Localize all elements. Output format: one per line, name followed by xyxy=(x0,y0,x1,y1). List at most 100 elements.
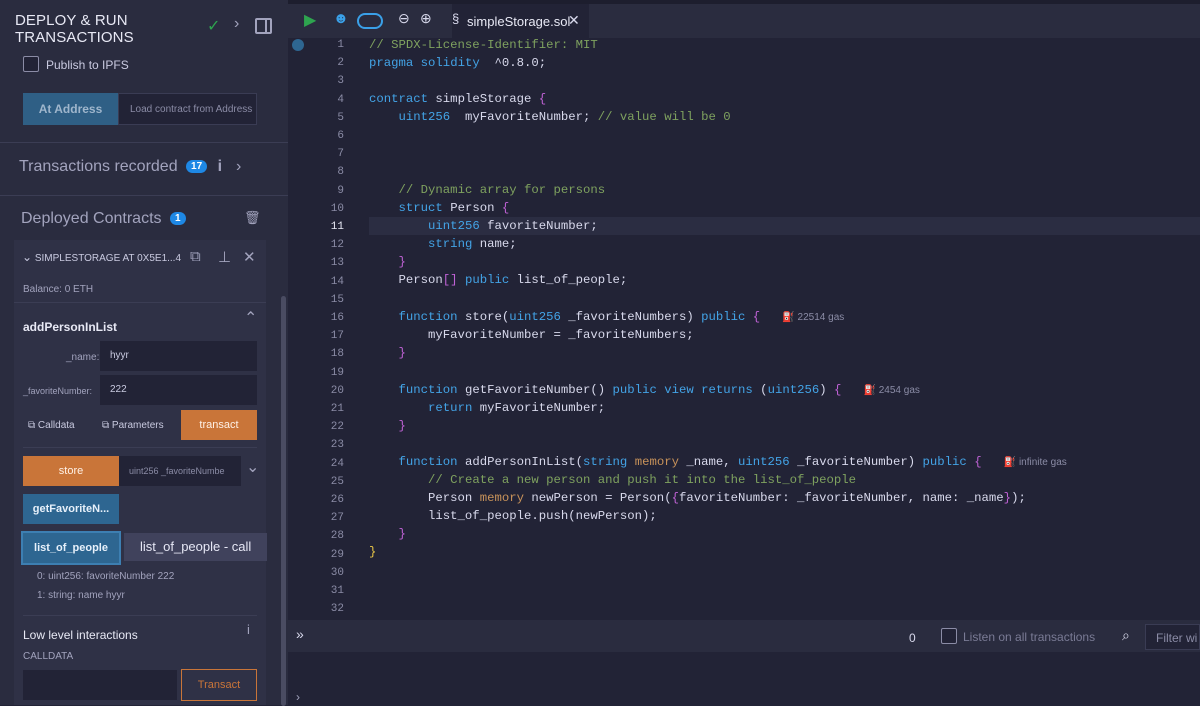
line-number: 6 xyxy=(337,130,344,142)
divider xyxy=(0,142,288,143)
close-icon[interactable]: ✕ xyxy=(243,248,256,266)
function-title: addPersonInList xyxy=(23,320,118,334)
copy-icon: ⧉ xyxy=(102,420,112,431)
chevron-down-icon[interactable]: ⌄ xyxy=(22,250,32,264)
line-number: 13 xyxy=(330,257,344,270)
gas-estimate: ⛽ infinite gas xyxy=(1003,457,1067,468)
deploy-run-panel: DEPLOY & RUN TRANSACTIONS ✓ › Publish to… xyxy=(0,0,288,706)
divider xyxy=(23,447,257,448)
code-line: string name; xyxy=(428,237,517,251)
instance-row[interactable]: ⌄ SIMPLESTORAGE AT 0X5E1...4 xyxy=(22,250,181,264)
store-input[interactable]: uint256 _favoriteNumbe xyxy=(119,456,241,486)
gas-estimate: ⛽ 2454 gas xyxy=(863,385,920,396)
low-level-interactions: Low level interactions xyxy=(23,628,138,642)
chevron-right-icon[interactable]: › xyxy=(234,15,239,33)
pin-icon[interactable]: ⊥ xyxy=(218,248,231,266)
get-favorite-number-button[interactable]: getFavoriteN... xyxy=(23,494,119,524)
code-line: function getFavoriteNumber() public view… xyxy=(398,383,920,397)
line-number: 21 xyxy=(330,403,344,415)
line-number: 3 xyxy=(337,75,344,88)
terminal-prompt: › xyxy=(296,690,300,704)
line-number: 11 xyxy=(330,221,344,233)
line-number: 15 xyxy=(330,293,344,306)
low-level-transact-button[interactable]: Transact xyxy=(181,669,257,701)
robot-icon[interactable]: ☻ xyxy=(333,10,349,27)
store-button[interactable]: store xyxy=(23,456,119,486)
line-number: 24 xyxy=(330,457,344,470)
name-param-label: _name: xyxy=(66,352,100,363)
tab-close-icon[interactable]: ✕ xyxy=(568,12,580,29)
code-line: } xyxy=(398,255,406,269)
info-icon[interactable]: i xyxy=(247,622,250,637)
run-icon[interactable]: ▶ xyxy=(304,10,316,30)
line-number: 20 xyxy=(330,384,344,397)
line-number: 14 xyxy=(330,275,344,288)
listen-checkbox[interactable] xyxy=(941,628,957,644)
code-line: } xyxy=(398,419,406,433)
filter-input[interactable]: Filter wi xyxy=(1145,624,1200,650)
toggle-icon[interactable] xyxy=(357,13,383,29)
line-number: 23 xyxy=(330,439,344,452)
line-number: 28 xyxy=(330,530,344,543)
line-number: 29 xyxy=(330,548,344,561)
info-icon: i xyxy=(217,158,223,175)
line-number: 5 xyxy=(337,111,344,124)
chevron-right-icon[interactable]: › xyxy=(236,158,241,176)
line-number: 32 xyxy=(330,603,344,616)
code-line: function store(uint256 _favoriteNumbers)… xyxy=(398,310,845,324)
fav-param-label: _favoriteNumber: xyxy=(23,386,93,396)
code-line: // Create a new person and push it into … xyxy=(428,473,857,487)
line-number: 9 xyxy=(337,184,344,197)
tab-title: simpleStorage.sol xyxy=(467,14,571,29)
calldata-input[interactable] xyxy=(23,670,177,700)
transact-button[interactable]: transact xyxy=(181,410,257,440)
name-input[interactable]: hyyr xyxy=(100,341,257,371)
divider xyxy=(0,195,288,196)
line-number: 26 xyxy=(330,494,344,506)
line-number: 10 xyxy=(330,202,344,215)
list-of-people-button[interactable]: list_of_people xyxy=(23,533,119,563)
divider xyxy=(23,615,257,616)
panel-scrollbar[interactable] xyxy=(281,296,286,706)
code-line: } xyxy=(398,346,406,360)
code-line: uint256 favoriteNumber; xyxy=(428,219,598,233)
line-number: 12 xyxy=(330,239,344,252)
listen-label: Listen on all transactions xyxy=(963,630,1096,644)
result-line: 1: string: name hyyr xyxy=(37,590,125,601)
code-line: pragma solidity ^0.8.0; xyxy=(369,56,547,70)
copy-icon: ⧉ xyxy=(28,420,38,431)
chevron-down-icon[interactable]: ⌄ xyxy=(246,457,259,477)
copy-icon[interactable]: ⧉ xyxy=(190,248,201,265)
line-number: 31 xyxy=(330,585,344,597)
at-address-button[interactable]: At Address xyxy=(23,93,118,125)
chevron-up-icon[interactable]: ⌃ xyxy=(244,308,257,328)
line-number: 4 xyxy=(337,93,344,106)
panel-toggle-icon[interactable] xyxy=(255,18,272,34)
favorite-number-input[interactable]: 222 xyxy=(100,375,257,405)
trash-icon[interactable]: 🗑 xyxy=(244,210,261,226)
load-address-input[interactable]: Load contract from Address xyxy=(118,93,257,125)
publish-ipfs-checkbox[interactable] xyxy=(23,56,39,72)
line-number: 22 xyxy=(330,421,344,434)
transactions-recorded[interactable]: Transactions recorded 17 i xyxy=(19,158,222,176)
transaction-count: 0 xyxy=(909,631,916,645)
code-line: } xyxy=(398,527,406,541)
code-line: function addPersonInList(string memory _… xyxy=(398,455,1067,469)
zoom-in-icon[interactable]: ⊕ xyxy=(420,10,432,27)
line-number: 30 xyxy=(330,566,344,579)
line-number: 7 xyxy=(337,148,344,161)
code-line: // Dynamic array for persons xyxy=(398,183,606,197)
search-icon: ⌕ xyxy=(1122,627,1130,643)
code-line: contract simpleStorage { xyxy=(369,92,547,106)
parameters-copy[interactable]: ⧉ Parameters xyxy=(102,420,164,431)
calldata-copy[interactable]: ⧉ Calldata xyxy=(28,420,75,431)
deployed-count-badge: 1 xyxy=(169,212,186,226)
chevrons-down-icon[interactable]: » xyxy=(296,626,304,642)
breakpoint-indicator xyxy=(292,39,304,51)
code-line: list_of_people.push(newPerson); xyxy=(369,509,657,523)
gas-estimate: ⛽ 22514 gas xyxy=(782,312,845,323)
calldata-label: CALLDATA xyxy=(23,651,74,662)
terminal-output xyxy=(288,652,1200,705)
zoom-out-icon[interactable]: ⊖ xyxy=(398,10,410,27)
code-line: return myFavoriteNumber; xyxy=(428,401,606,415)
